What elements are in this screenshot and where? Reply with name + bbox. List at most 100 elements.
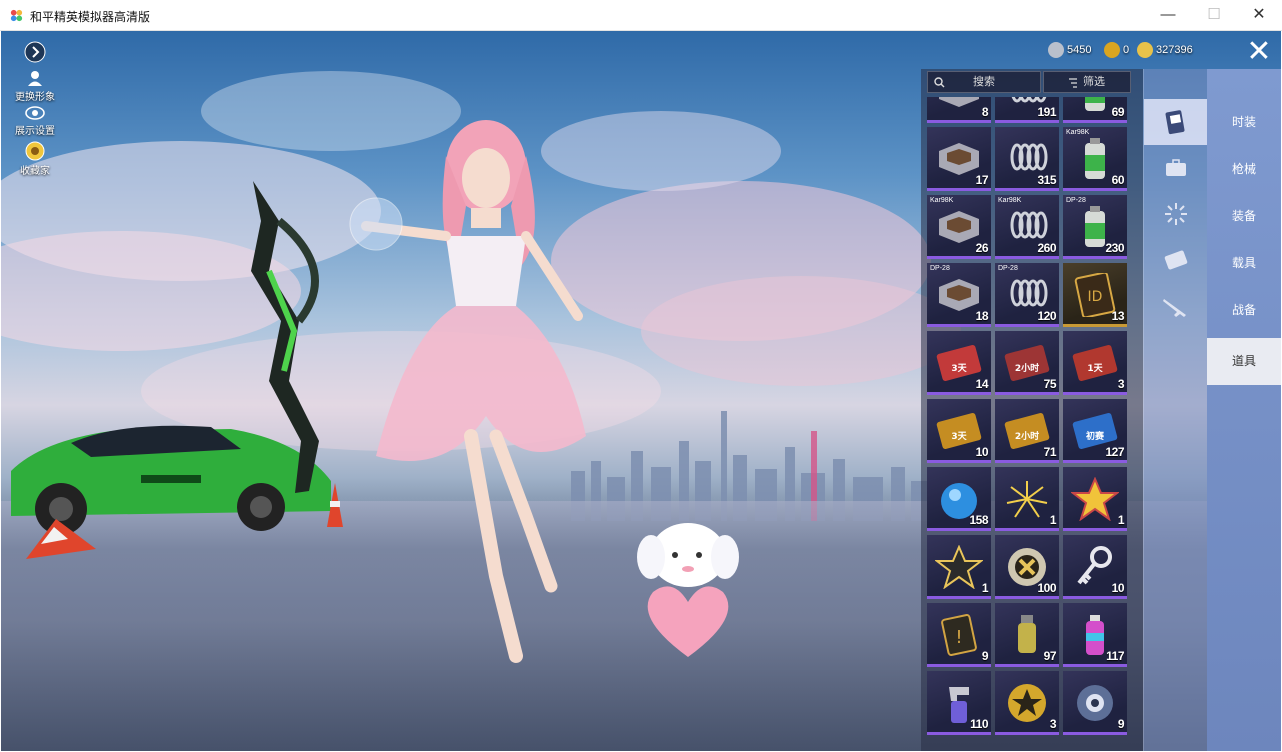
game-viewport: 更换形象 展示设置 收藏家 5450 0 327396 ✕ 搜索 筛选 8 19… [1, 31, 1281, 751]
item-count: 100 [1037, 581, 1056, 595]
key-item[interactable]: 10 [1063, 535, 1127, 599]
rifle-icon [1163, 299, 1186, 317]
traffic-cone-image [26, 519, 96, 559]
search-icon [934, 77, 945, 88]
gold-ticket-3day-item[interactable]: 3天 10 [927, 399, 991, 463]
spray-gun-item[interactable]: 110 [927, 671, 991, 735]
item-count: 3 [1049, 717, 1057, 731]
briefcase-icon [1166, 159, 1186, 176]
item-count: 3 [1117, 377, 1125, 391]
character-model-image [349, 120, 586, 663]
window-titlebar: 和平精英模拟器高清版 — ☐ ✕ [0, 0, 1282, 31]
silver-currency: 5450 [1048, 41, 1091, 59]
category-burst-button[interactable] [1144, 191, 1208, 237]
green-canister-item[interactable]: 69 [1063, 97, 1127, 123]
spray-can-item[interactable]: 117 [1063, 603, 1127, 667]
crate-item[interactable]: Kar98K 26 [927, 195, 991, 259]
gold-coin-item[interactable]: 100 [995, 535, 1059, 599]
item-count: 75 [1043, 377, 1057, 391]
expand-hud-button[interactable] [5, 41, 65, 64]
green-canister-item[interactable]: DP-28 230 [1063, 195, 1127, 259]
crate-item[interactable]: DP-28 18 [927, 263, 991, 327]
spring-item[interactable]: 315 [995, 127, 1059, 191]
item-count: 1 [1117, 513, 1125, 527]
category-rifle-button[interactable] [1144, 283, 1208, 329]
spring-item[interactable]: DP-28 120 [995, 263, 1059, 327]
card-icon [1165, 110, 1185, 135]
display-settings-button[interactable]: 展示设置 [5, 105, 65, 137]
item-count: 10 [975, 445, 989, 459]
search-input[interactable]: 搜索 [927, 71, 1041, 93]
maximize-button[interactable]: ☐ [1191, 0, 1237, 31]
change-avatar-button[interactable]: 更换形象 [5, 69, 65, 103]
spring-icon [1010, 279, 1048, 307]
item-count: 230 [1105, 241, 1124, 255]
collector-button[interactable]: 收藏家 [5, 141, 65, 177]
silver-currency-value: 5450 [1067, 44, 1092, 56]
uc-currency-value: 327396 [1156, 44, 1193, 56]
firework-item[interactable]: 1 [995, 467, 1059, 531]
item-count: 13 [1111, 309, 1125, 323]
ticket-1day-item[interactable]: 1天 3 [1063, 331, 1127, 395]
crate-icon [939, 211, 979, 243]
firework-icon [1006, 481, 1048, 518]
blue-orb-item[interactable]: 158 [927, 467, 991, 531]
app-logo-icon [10, 9, 23, 22]
tab-firearms[interactable]: 枪械 [1207, 146, 1281, 193]
item-count: 117 [1106, 649, 1124, 663]
item-weapon-tag: Kar98K [998, 197, 1022, 204]
category-card-button[interactable] [1144, 99, 1208, 145]
item-count: 60 [1111, 173, 1125, 187]
item-count: 10 [1111, 581, 1125, 595]
silver-star-item[interactable]: 1 [927, 535, 991, 599]
ticket-2hour-item[interactable]: 2小时 75 [995, 331, 1059, 395]
collector-badge-icon [25, 141, 45, 161]
gold-star-item[interactable]: 1 [1063, 467, 1127, 531]
warning-card-icon: ! [941, 614, 977, 656]
chevron-right-icon [24, 41, 46, 63]
tab-fashion[interactable]: 时装 [1207, 99, 1281, 146]
item-count: 8 [981, 105, 989, 119]
minimize-button[interactable]: — [1145, 0, 1191, 31]
category-icon-column [1143, 69, 1208, 751]
ag-currency: 0 [1104, 41, 1129, 59]
warning-card-item[interactable]: ! 9 [927, 603, 991, 667]
item-count: 110 [970, 717, 988, 731]
spring-item[interactable]: 191 [995, 97, 1059, 123]
collector-label: 收藏家 [20, 166, 50, 177]
uc-currency: 327396 [1137, 41, 1193, 59]
gear-badge-item[interactable]: 9 [1063, 671, 1127, 735]
svg-text:3天: 3天 [951, 363, 967, 374]
filter-button[interactable]: 筛选 [1043, 71, 1131, 93]
item-count: 17 [975, 173, 989, 187]
tab-props[interactable]: 道具 [1207, 338, 1281, 385]
filter-label: 筛选 [1083, 76, 1105, 88]
id-card-item[interactable]: ID 13 [1063, 263, 1127, 327]
crate-item[interactable]: 17 [927, 127, 991, 191]
item-grid-scroll[interactable]: 8 191 69 17 315 Kar98K 60 Kar98K 26 Kar98K 260 DP-2… [927, 97, 1133, 751]
grenade-item[interactable]: 97 [995, 603, 1059, 667]
item-count: 18 [975, 309, 989, 323]
item-weapon-tag: DP-28 [930, 265, 950, 272]
gold-ticket-2hour-item[interactable]: 2小时 71 [995, 399, 1059, 463]
tab-equipment[interactable]: 装备 [1207, 193, 1281, 240]
spring-icon [1010, 143, 1048, 171]
gear-badge-icon [1077, 685, 1113, 721]
item-count: 9 [1117, 717, 1125, 731]
green-canister-item[interactable]: Kar98K 60 [1063, 127, 1127, 191]
display-settings-label: 展示设置 [15, 126, 55, 137]
entry-card-item[interactable]: 初赛 127 [1063, 399, 1127, 463]
category-ticket-button[interactable] [1144, 237, 1208, 283]
category-briefcase-button[interactable] [1144, 145, 1208, 191]
crate-item[interactable]: 8 [927, 97, 991, 123]
star-medal-item[interactable]: 3 [995, 671, 1059, 735]
item-count: 9 [981, 649, 989, 663]
person-icon [28, 71, 42, 86]
close-window-button[interactable]: ✕ [1236, 0, 1282, 31]
ticket-3day-item[interactable]: 3天 14 [927, 331, 991, 395]
tab-combat-gear[interactable]: 战备 [1207, 287, 1281, 334]
close-panel-button[interactable]: ✕ [1241, 36, 1277, 70]
spring-item[interactable]: Kar98K 260 [995, 195, 1059, 259]
tab-vehicles[interactable]: 载具 [1207, 240, 1281, 287]
item-count: 71 [1043, 445, 1057, 459]
